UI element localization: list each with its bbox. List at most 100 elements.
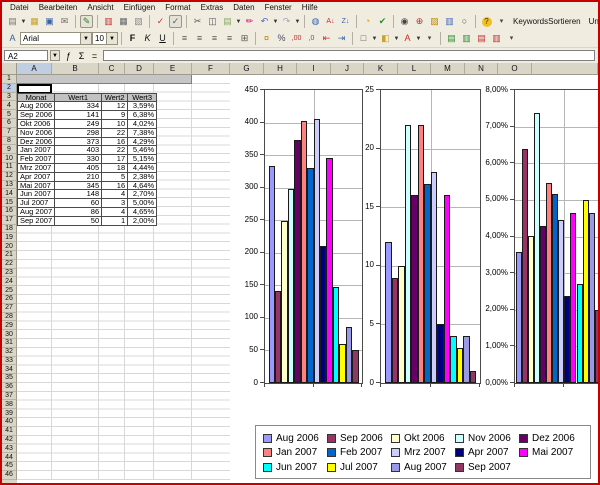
row-header-35[interactable]: 35 xyxy=(2,374,17,383)
row-header-39[interactable]: 39 xyxy=(2,409,17,418)
row-header-30[interactable]: 30 xyxy=(2,330,17,339)
table-cell[interactable]: 298 xyxy=(55,128,102,137)
function-button[interactable]: = xyxy=(88,49,101,62)
borders-button[interactable]: □ xyxy=(357,32,370,45)
select-all-corner[interactable] xyxy=(2,63,17,75)
paste-button[interactable]: ▤ xyxy=(221,15,234,28)
open-file-button[interactable]: ▦ xyxy=(28,15,41,28)
menu-item-extras[interactable]: Extras xyxy=(196,3,229,12)
new-document-button[interactable]: ▤ xyxy=(6,15,19,28)
table-cell[interactable]: 4,29% xyxy=(128,137,157,146)
table-cell[interactable]: 2,70% xyxy=(128,190,157,199)
table-cell[interactable]: 405 xyxy=(55,163,102,172)
font-color-dropdown-icon[interactable]: ▼ xyxy=(415,32,422,45)
borders-dropdown-icon[interactable]: ▼ xyxy=(371,32,378,45)
column-header-m[interactable]: M xyxy=(431,63,465,75)
row-header-14[interactable]: 14 xyxy=(2,189,17,198)
gallery-button[interactable]: ▨ xyxy=(428,15,441,28)
formula-input[interactable] xyxy=(103,50,595,61)
navigator-button[interactable]: ⊕ xyxy=(413,15,426,28)
table-cell[interactable]: 50 xyxy=(55,216,102,225)
row-header-41[interactable]: 41 xyxy=(2,427,17,436)
row-header-44[interactable]: 44 xyxy=(2,453,17,462)
sort-ascending-button[interactable]: A↓ xyxy=(324,15,337,28)
name-box-dropdown-icon[interactable]: ▼ xyxy=(50,50,60,61)
delete-decimal-button[interactable]: ,0 xyxy=(305,32,318,45)
table-cell[interactable]: 210 xyxy=(55,172,102,181)
table-cell[interactable]: 17 xyxy=(102,155,128,164)
table-cell[interactable]: 3 xyxy=(102,199,128,208)
column-header-d[interactable]: D xyxy=(125,63,154,75)
table-cell[interactable]: 334 xyxy=(55,102,102,111)
font-name-dropdown-icon[interactable]: ▼ xyxy=(80,33,91,44)
underline-button[interactable]: U xyxy=(156,32,169,45)
copy-button[interactable]: ◫ xyxy=(206,15,219,28)
column-header-j[interactable]: J xyxy=(331,63,364,75)
table-cell[interactable]: 403 xyxy=(55,146,102,155)
table-cell[interactable]: Okt 2006 xyxy=(18,119,55,128)
table-cell[interactable]: 5 xyxy=(102,172,128,181)
table-cell[interactable]: Jan 2007 xyxy=(18,146,55,155)
row-header-32[interactable]: 32 xyxy=(2,348,17,357)
spellcheck-button[interactable]: ✓ xyxy=(154,15,167,28)
new-document-dropdown-icon[interactable]: ▼ xyxy=(20,15,27,28)
table-cell[interactable]: Feb 2007 xyxy=(18,155,55,164)
row-header-13[interactable]: 13 xyxy=(2,181,17,190)
row-header-1[interactable]: 1 xyxy=(2,75,17,84)
align-right-button[interactable]: ≡ xyxy=(208,32,221,45)
column-header-g[interactable]: G xyxy=(230,63,264,75)
column-header-e[interactable]: E xyxy=(154,63,192,75)
row-header-16[interactable]: 16 xyxy=(2,207,17,216)
table-cell[interactable]: 86 xyxy=(55,207,102,216)
background-color-button[interactable]: ◧ xyxy=(379,32,392,45)
table-cell[interactable]: 12 xyxy=(102,102,128,111)
row-header-25[interactable]: 25 xyxy=(2,286,17,295)
table-cell[interactable]: 5,46% xyxy=(128,146,157,155)
column-header-f[interactable]: F xyxy=(192,63,230,75)
row-header-20[interactable]: 20 xyxy=(2,242,17,251)
row1-gray-range[interactable] xyxy=(17,75,192,84)
table-cell[interactable]: 4,65% xyxy=(128,207,157,216)
table-cell[interactable]: 4,02% xyxy=(128,119,157,128)
row-header-45[interactable]: 45 xyxy=(2,462,17,471)
row-header-17[interactable]: 17 xyxy=(2,216,17,225)
row-header-18[interactable]: 18 xyxy=(2,225,17,234)
table-cell[interactable]: 7,38% xyxy=(128,128,157,137)
table-cell[interactable]: 3,59% xyxy=(128,102,157,111)
table-cell[interactable]: Aug 2007 xyxy=(18,207,55,216)
find-replace-button[interactable]: ◉ xyxy=(398,15,411,28)
insert-rows-button[interactable]: ▤ xyxy=(445,32,458,45)
column-header-c[interactable]: C xyxy=(99,63,125,75)
row-header-34[interactable]: 34 xyxy=(2,365,17,374)
row-header-12[interactable]: 12 xyxy=(2,172,17,181)
table-cell[interactable]: 5,00% xyxy=(128,199,157,208)
table-cell[interactable]: 4,64% xyxy=(128,181,157,190)
row-header-46[interactable]: 46 xyxy=(2,471,17,480)
column-header-b[interactable]: B xyxy=(52,63,99,75)
row-header-43[interactable]: 43 xyxy=(2,444,17,453)
menu-item-hilfe[interactable]: Hilfe xyxy=(297,3,323,12)
row-header-4[interactable]: 4 xyxy=(2,101,17,110)
table-cell[interactable]: Nov 2006 xyxy=(18,128,55,137)
unterstrich-fett-button[interactable]: UnterstrichFett xyxy=(585,15,600,28)
table-cell[interactable]: 345 xyxy=(55,181,102,190)
column-header-k[interactable]: K xyxy=(364,63,398,75)
redo-dropdown-icon[interactable]: ▼ xyxy=(294,15,301,28)
function-wizard-button[interactable]: ƒ xyxy=(62,49,75,62)
table-cell[interactable]: 16 xyxy=(102,137,128,146)
chart-object[interactable]: 05010015020025030035040045005101520250,0… xyxy=(230,75,598,480)
format-paintbrush-button[interactable]: ✏ xyxy=(243,15,256,28)
help-button[interactable]: ? xyxy=(480,15,493,28)
table-cell[interactable]: Sep 2007 xyxy=(18,216,55,225)
row-header-24[interactable]: 24 xyxy=(2,277,17,286)
row-header-8[interactable]: 8 xyxy=(2,137,17,146)
column-header-i[interactable]: I xyxy=(297,63,331,75)
checkmark-button[interactable]: ✔ xyxy=(376,15,389,28)
undo-dropdown-icon[interactable]: ▼ xyxy=(272,15,279,28)
row-header-6[interactable]: 6 xyxy=(2,119,17,128)
row-header-10[interactable]: 10 xyxy=(2,154,17,163)
table-cell[interactable]: Jun 2007 xyxy=(18,190,55,199)
table-cell[interactable]: 4,44% xyxy=(128,163,157,172)
menu-item-format[interactable]: Format xyxy=(160,3,195,12)
table-header-cell[interactable]: Wert1 xyxy=(55,93,102,102)
